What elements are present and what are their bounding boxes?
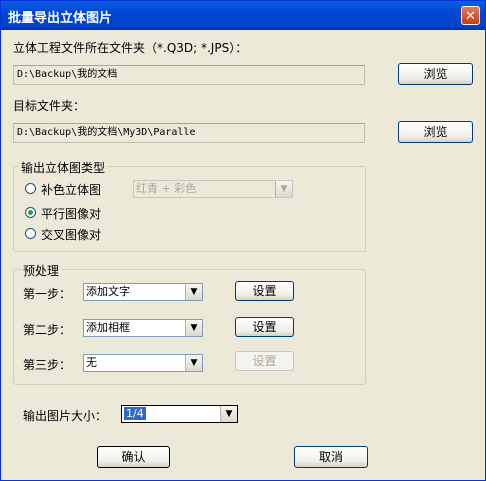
- step-3-settings-button[interactable]: 设置: [235, 351, 294, 371]
- source-browse-button[interactable]: 浏览: [398, 63, 473, 85]
- output-size-label: 输出图片大小：: [23, 409, 108, 423]
- step-1-label: 第一步：: [23, 287, 72, 301]
- target-folder-label: 目标文件夹：: [13, 99, 86, 113]
- step-2-settings-button[interactable]: 设置: [235, 317, 294, 337]
- output-size-value: 1/4: [124, 407, 146, 420]
- ok-button[interactable]: 确认: [97, 446, 170, 468]
- step-1-value: 添加文字: [86, 285, 130, 298]
- window-title: 批量导出立体图片: [8, 11, 113, 26]
- chevron-down-icon[interactable]: ▼: [185, 284, 202, 300]
- radio-anaglyph-label[interactable]: 补色立体图: [41, 181, 101, 198]
- chevron-down-icon[interactable]: ▼: [185, 320, 202, 336]
- chevron-down-icon[interactable]: ▼: [275, 181, 292, 197]
- source-folder-label: 立体工程文件所在文件夹（*.Q3D; *.JPS）：: [13, 41, 248, 55]
- step-2-label: 第二步：: [23, 323, 72, 337]
- step-1-select[interactable]: 添加文字 ▼: [83, 283, 203, 301]
- step-1-settings-button[interactable]: 设置: [235, 281, 294, 301]
- close-icon[interactable]: ✕: [461, 6, 480, 25]
- target-path-field[interactable]: D:\Backup\我的文档\My3D\Paralle: [13, 123, 365, 143]
- radio-parallel-label[interactable]: 平行图像对: [41, 205, 101, 222]
- radio-anaglyph[interactable]: [25, 183, 36, 194]
- output-type-title: 输出立体图类型: [19, 159, 108, 176]
- chevron-down-icon[interactable]: ▼: [185, 355, 202, 371]
- chevron-down-icon[interactable]: ▼: [220, 406, 237, 422]
- cancel-button[interactable]: 取消: [294, 446, 368, 468]
- output-size-select[interactable]: 1/4 ▼: [121, 405, 238, 423]
- step-2-select[interactable]: 添加相框 ▼: [83, 319, 203, 337]
- anaglyph-mode-select[interactable]: 红青 + 彩色 ▼: [133, 180, 293, 198]
- target-browse-button[interactable]: 浏览: [398, 121, 473, 143]
- source-path-field[interactable]: D:\Backup\我的文档: [13, 65, 365, 85]
- radio-parallel[interactable]: [25, 207, 36, 218]
- anaglyph-mode-value: 红青 + 彩色: [136, 182, 197, 195]
- batch-export-dialog: 批量导出立体图片 ✕ 立体工程文件所在文件夹（*.Q3D; *.JPS）： D:…: [0, 0, 486, 481]
- radio-cross-label[interactable]: 交叉图像对: [41, 226, 101, 243]
- step-2-value: 添加相框: [86, 321, 130, 334]
- title-bar[interactable]: 批量导出立体图片 ✕: [1, 1, 485, 30]
- step-3-label: 第三步：: [23, 358, 72, 372]
- step-3-value: 无: [86, 356, 97, 369]
- preprocess-title: 预处理: [21, 262, 62, 279]
- radio-cross[interactable]: [25, 228, 36, 239]
- step-3-select[interactable]: 无 ▼: [83, 354, 203, 372]
